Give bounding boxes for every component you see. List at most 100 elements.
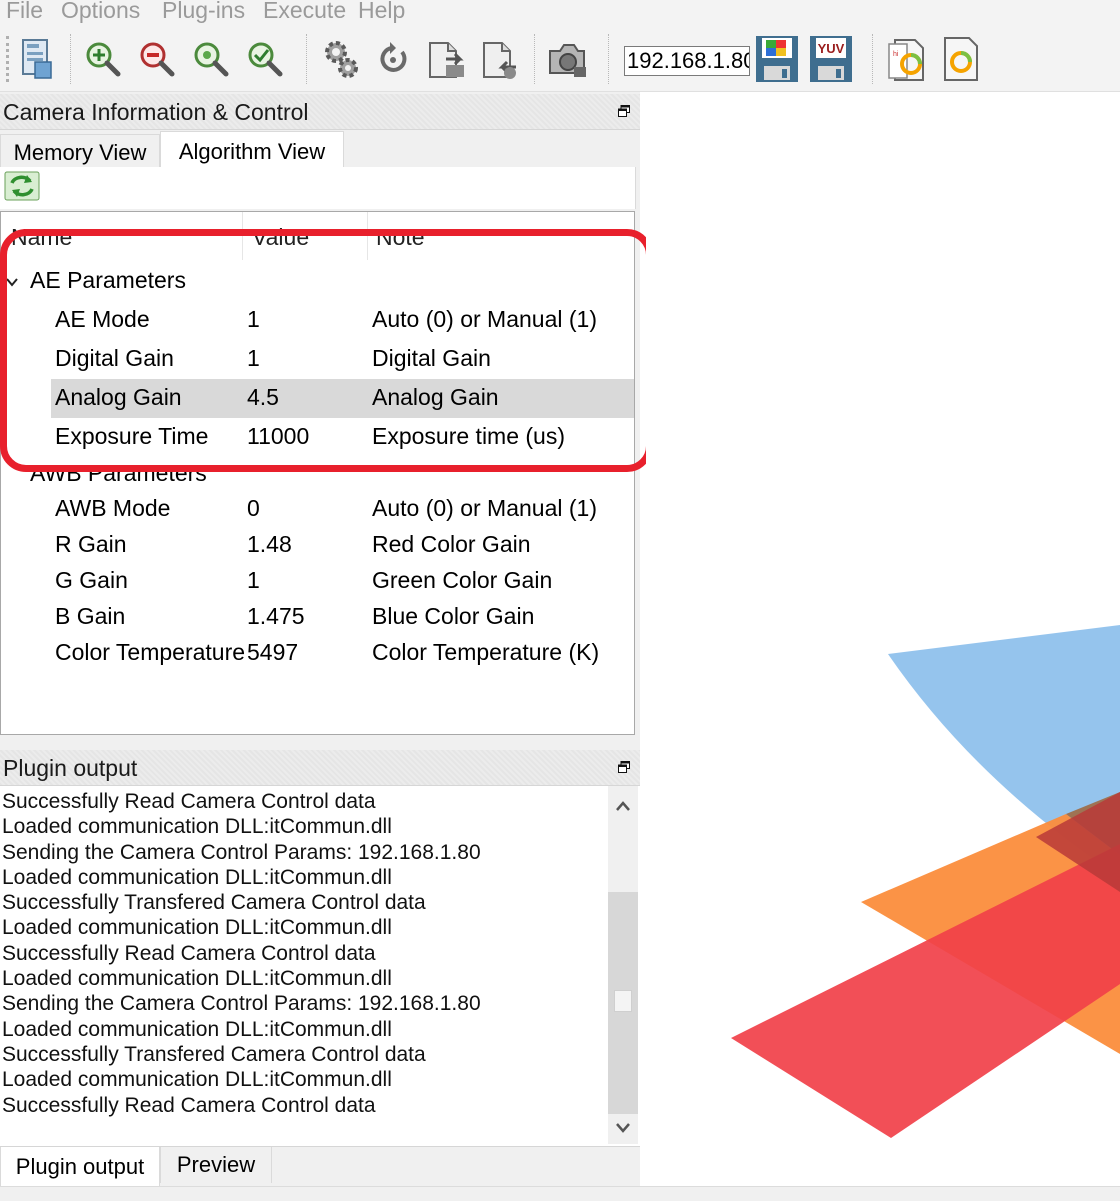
log-line: Successfully Read Camera Control data bbox=[2, 942, 376, 965]
zoom-fit-icon[interactable] bbox=[80, 34, 126, 84]
table-row[interactable]: B Gain 1.475 Blue Color Gain bbox=[1, 600, 634, 636]
param-value[interactable]: 1 bbox=[247, 345, 260, 372]
parameters-tree[interactable]: Name Value Note AE Parameters AE Mode 1 … bbox=[0, 211, 635, 735]
transfer-icon[interactable] bbox=[424, 34, 470, 84]
tab-preview-label: Preview bbox=[176, 1152, 256, 1177]
zoom-out-icon[interactable] bbox=[134, 34, 180, 84]
param-value[interactable]: 0 bbox=[247, 495, 260, 522]
param-value[interactable]: 4.5 bbox=[247, 384, 279, 411]
menu-plugins[interactable]: Plug-ins bbox=[162, 0, 245, 24]
open-settings-icon[interactable] bbox=[14, 34, 60, 84]
param-name: Digital Gain bbox=[55, 345, 174, 371]
zoom-in-icon[interactable] bbox=[188, 34, 234, 84]
plugin-output-log[interactable]: Successfully Read Camera Control data Lo… bbox=[0, 786, 640, 1146]
param-note: Exposure time (us) bbox=[372, 423, 566, 449]
chevron-down-icon[interactable] bbox=[6, 276, 18, 288]
tab-algorithm-view[interactable]: Algorithm View bbox=[160, 131, 344, 171]
toolbar: YUV hi bbox=[0, 26, 1120, 92]
param-note: Auto (0) or Manual (1) bbox=[372, 306, 597, 332]
float-panel-icon[interactable] bbox=[618, 761, 630, 773]
image-view[interactable] bbox=[646, 92, 1120, 1186]
tree-group-awb[interactable]: AWB Parameters bbox=[1, 457, 634, 493]
save-rgb-icon[interactable] bbox=[754, 34, 800, 84]
table-row[interactable]: Color Temperature 5497 Color Temperature… bbox=[1, 636, 634, 672]
column-header-name[interactable]: Name bbox=[11, 224, 72, 251]
log-line: Loaded communication DLL:itCommun.dll bbox=[2, 967, 392, 990]
scroll-up-icon[interactable] bbox=[615, 800, 631, 812]
tab-memory-view[interactable]: Memory View bbox=[0, 134, 160, 171]
param-name: AWB Mode bbox=[55, 495, 171, 521]
param-note: Digital Gain bbox=[372, 345, 491, 371]
algorithm-toolbar bbox=[0, 167, 636, 209]
param-value[interactable]: 1 bbox=[247, 306, 260, 333]
param-note: Auto (0) or Manual (1) bbox=[372, 495, 597, 521]
tab-plugin-output-label: Plugin output bbox=[15, 1154, 145, 1179]
table-row[interactable]: AE Mode 1 Auto (0) or Manual (1) bbox=[1, 303, 634, 339]
refresh-file-icon[interactable] bbox=[938, 34, 984, 84]
table-row[interactable]: Digital Gain 1 Digital Gain bbox=[1, 342, 634, 378]
param-note: Color Temperature (K) bbox=[372, 639, 600, 665]
param-note: Green Color Gain bbox=[372, 567, 553, 593]
logo-graphic bbox=[731, 625, 1120, 1138]
tab-plugin-output[interactable]: Plugin output bbox=[0, 1147, 160, 1187]
tree-group-ae[interactable]: AE Parameters bbox=[1, 264, 634, 300]
param-name: Exposure Time bbox=[55, 423, 209, 449]
scroll-down-icon[interactable] bbox=[615, 1122, 631, 1134]
param-note: Blue Color Gain bbox=[372, 603, 535, 629]
log-line: Loaded communication DLL:itCommun.dll bbox=[2, 916, 392, 939]
menu-help[interactable]: Help bbox=[358, 0, 405, 24]
table-row[interactable]: R Gain 1.48 Red Color Gain bbox=[1, 528, 634, 564]
gears-icon[interactable] bbox=[318, 34, 364, 84]
log-line: Successfully Transfered Camera Control d… bbox=[2, 1043, 426, 1066]
menu-options[interactable]: Options bbox=[61, 0, 140, 24]
ip-address-input[interactable] bbox=[624, 46, 750, 76]
param-value[interactable]: 1.48 bbox=[247, 531, 292, 558]
tab-algorithm-view-label: Algorithm View bbox=[178, 138, 326, 164]
camera-panel-title: Camera Information & Control bbox=[3, 99, 309, 125]
tab-memory-view-label: Memory View bbox=[13, 140, 147, 165]
menu-execute[interactable]: Execute bbox=[263, 0, 346, 24]
log-scrollbar[interactable] bbox=[608, 786, 638, 1144]
table-row[interactable]: G Gain 1 Green Color Gain bbox=[1, 564, 634, 600]
save-yuv-icon[interactable]: YUV bbox=[808, 34, 854, 84]
log-line: Successfully Read Camera Control data bbox=[2, 1094, 376, 1117]
plugin-panel-titlebar[interactable]: Plugin output bbox=[0, 750, 640, 786]
param-name: AE Mode bbox=[55, 306, 150, 332]
float-panel-icon[interactable] bbox=[618, 105, 630, 117]
tab-preview[interactable]: Preview bbox=[160, 1147, 272, 1183]
column-header-note[interactable]: Note bbox=[376, 224, 425, 251]
toolbar-grip[interactable] bbox=[6, 36, 10, 82]
log-line: Sending the Camera Control Params: 192.1… bbox=[2, 992, 481, 1015]
log-line: Loaded communication DLL:itCommun.dll bbox=[2, 1018, 392, 1041]
tree-header: Name Value Note bbox=[1, 212, 634, 260]
scroll-thumb[interactable] bbox=[614, 990, 632, 1012]
svg-text:hi: hi bbox=[893, 51, 899, 58]
refresh-icon[interactable] bbox=[4, 171, 40, 201]
group-label: AWB Parameters bbox=[30, 460, 207, 486]
log-line: Loaded communication DLL:itCommun.dll bbox=[2, 866, 392, 889]
table-row-selected[interactable]: Analog Gain 4.5 Analog Gain bbox=[51, 379, 634, 418]
receive-icon[interactable] bbox=[478, 34, 524, 84]
camera-icon[interactable] bbox=[544, 34, 590, 84]
param-value[interactable]: 5497 bbox=[247, 639, 298, 666]
table-row[interactable]: AWB Mode 0 Auto (0) or Manual (1) bbox=[1, 492, 634, 528]
param-name: R Gain bbox=[55, 531, 127, 557]
param-value[interactable]: 11000 bbox=[247, 423, 309, 450]
param-name: B Gain bbox=[55, 603, 126, 629]
table-row[interactable]: Exposure Time 11000 Exposure time (us) bbox=[1, 420, 634, 456]
camera-panel-titlebar[interactable]: Camera Information & Control bbox=[0, 94, 640, 130]
log-line: Loaded communication DLL:itCommun.dll bbox=[2, 815, 392, 838]
param-value[interactable]: 1 bbox=[247, 567, 260, 594]
param-value[interactable]: 1.475 bbox=[247, 603, 305, 630]
menu-bar: File Options Plug-ins Execute Help bbox=[0, 0, 1120, 26]
rotate-icon[interactable] bbox=[370, 34, 416, 84]
column-header-value[interactable]: Value bbox=[252, 224, 309, 251]
group-label: AE Parameters bbox=[30, 267, 186, 293]
param-note: Analog Gain bbox=[372, 384, 499, 410]
zoom-actual-icon[interactable] bbox=[242, 34, 288, 84]
param-name: G Gain bbox=[55, 567, 128, 593]
log-line: Loaded communication DLL:itCommun.dll bbox=[2, 1068, 392, 1091]
yuv-label: YUV bbox=[818, 41, 845, 56]
menu-file[interactable]: File bbox=[6, 0, 43, 24]
document-refresh-icon[interactable]: hi bbox=[884, 34, 930, 84]
